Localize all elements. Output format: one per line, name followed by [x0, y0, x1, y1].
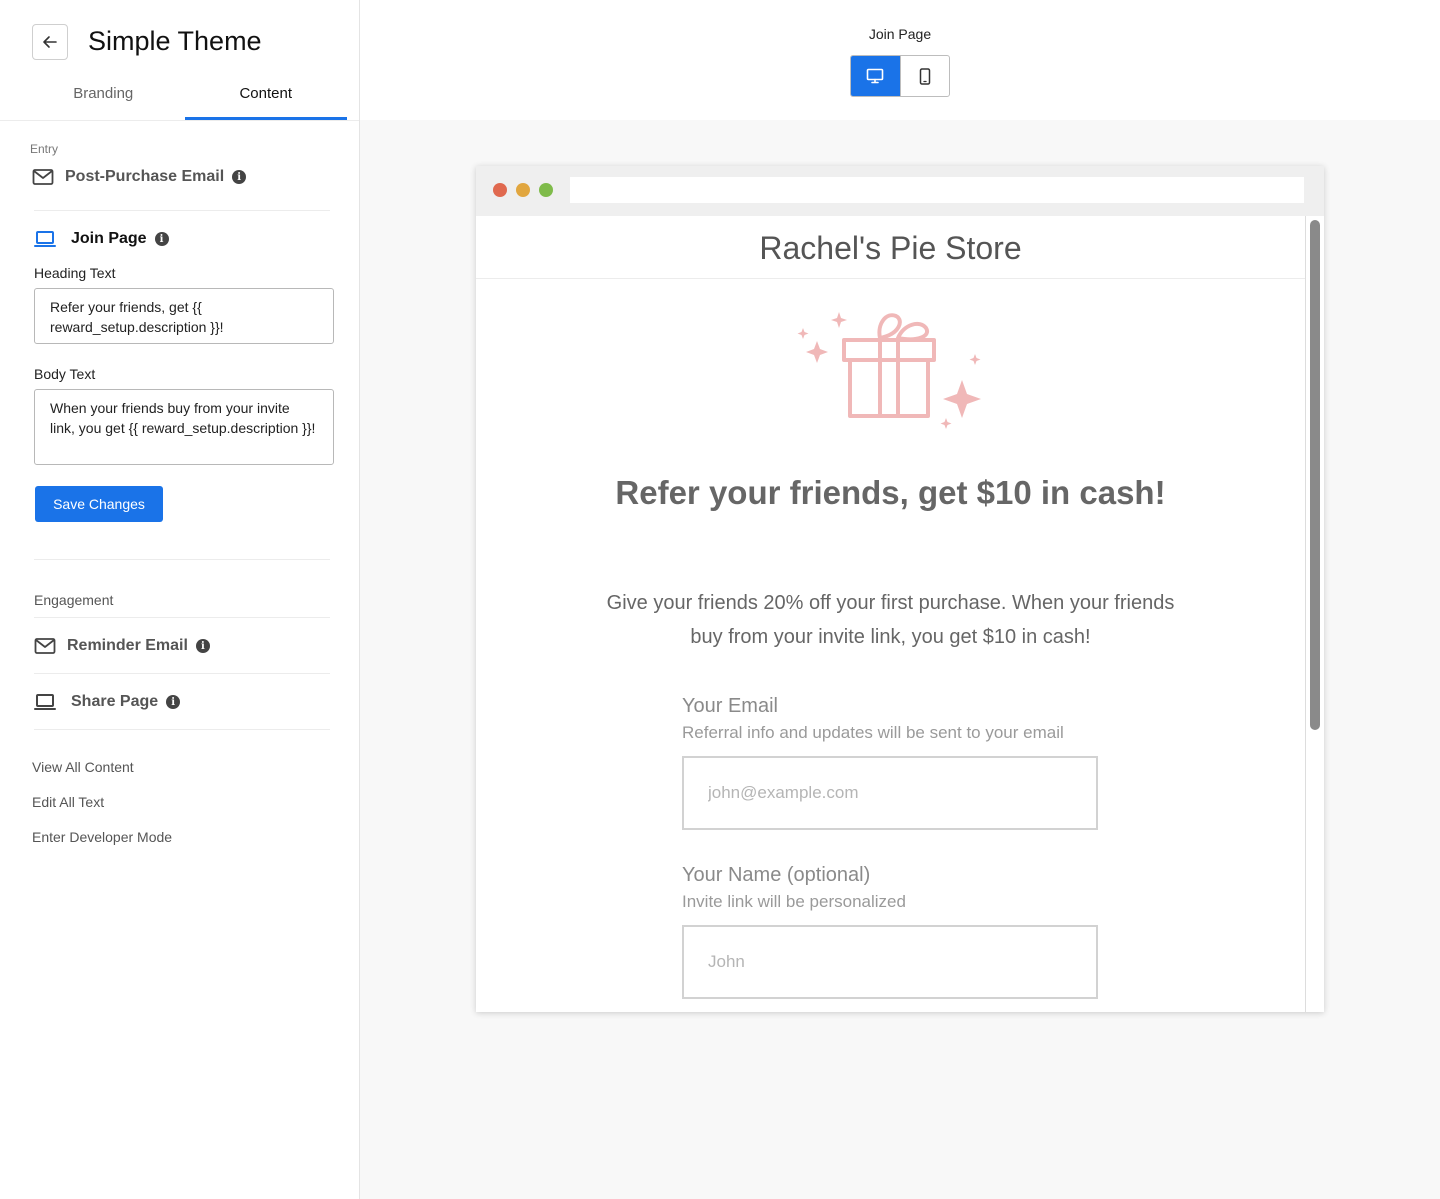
gift-sparkle-icon: [797, 312, 981, 429]
nav-label: Share Page: [71, 693, 159, 710]
info-icon[interactable]: i: [195, 639, 210, 653]
nav-label: Post-Purchase Email: [65, 168, 225, 185]
name-help: Invite link will be personalized: [682, 892, 906, 911]
entry-section-label: Entry: [30, 142, 59, 156]
tab-content[interactable]: Content: [184, 78, 347, 120]
nav-post-purchase-email[interactable]: Post-Purchase Email i: [32, 166, 247, 188]
nav-label: Reminder Email: [67, 637, 188, 654]
info-icon[interactable]: i: [232, 170, 247, 184]
engagement-section-label: Engagement: [34, 592, 114, 608]
theme-title: Simple Theme: [88, 26, 262, 56]
browser-chrome: [476, 166, 1324, 216]
divider: [34, 617, 330, 618]
name-label: Your Name (optional): [682, 864, 871, 886]
window-close-dot: [493, 183, 507, 197]
email-label: Your Email: [682, 695, 778, 717]
back-button[interactable]: [32, 24, 68, 60]
window-minimize-dot: [516, 183, 530, 197]
nav-share-page[interactable]: Share Page i: [34, 691, 181, 713]
mobile-view-button[interactable]: [899, 56, 950, 96]
heading-text-input[interactable]: Refer your friends, get {{ reward_setup.…: [34, 288, 334, 344]
hero-heading: Refer your friends, get $10 in cash!: [615, 474, 1166, 511]
email-input[interactable]: [682, 756, 1098, 830]
envelope-icon: [34, 635, 56, 657]
laptop-icon: [34, 228, 56, 250]
tab-bar: Branding Content: [22, 78, 347, 120]
nav-join-page[interactable]: Join Page i: [34, 228, 169, 250]
sidebar: Simple Theme Branding Content Entry Post…: [0, 0, 360, 1199]
nav-label: Join Page: [71, 230, 147, 247]
info-icon[interactable]: i: [154, 232, 169, 246]
heading-text-label: Heading Text: [34, 265, 116, 281]
laptop-icon: [34, 691, 56, 713]
tab-branding[interactable]: Branding: [22, 78, 185, 120]
window-maximize-dot: [539, 183, 553, 197]
divider: [34, 729, 330, 730]
store-name: Rachel's Pie Store: [476, 216, 1305, 279]
edit-all-text-link[interactable]: Edit All Text: [32, 794, 104, 810]
save-changes-button[interactable]: Save Changes: [35, 486, 163, 522]
url-bar: [570, 177, 1304, 203]
body-text-label: Body Text: [34, 366, 96, 382]
nav-reminder-email[interactable]: Reminder Email i: [34, 635, 210, 657]
desktop-icon: [866, 68, 884, 84]
name-input[interactable]: [682, 925, 1098, 999]
mobile-icon: [919, 67, 930, 85]
info-icon[interactable]: i: [166, 695, 181, 709]
tabs-divider: [0, 120, 359, 121]
browser-preview: Rachel's Pie Store Refer your friends, g…: [476, 166, 1324, 1012]
email-help: Referral info and updates will be sent t…: [682, 723, 1064, 742]
page-name: Join Page: [868, 26, 932, 42]
preview-header: Join Page: [360, 0, 1440, 120]
hero-subtext: Give your friends 20% off your first pur…: [606, 592, 1175, 648]
divider: [34, 210, 330, 211]
device-toggle: [850, 55, 950, 97]
scrollbar-thumb[interactable]: [1310, 220, 1320, 730]
envelope-icon: [32, 166, 54, 188]
divider: [34, 673, 330, 674]
arrow-left-icon: [43, 36, 57, 48]
desktop-view-button[interactable]: [851, 56, 900, 96]
divider: [34, 559, 330, 560]
view-all-content-link[interactable]: View All Content: [32, 759, 134, 775]
developer-mode-link[interactable]: Enter Developer Mode: [32, 829, 172, 845]
body-text-input[interactable]: When your friends buy from your invite l…: [34, 389, 334, 465]
